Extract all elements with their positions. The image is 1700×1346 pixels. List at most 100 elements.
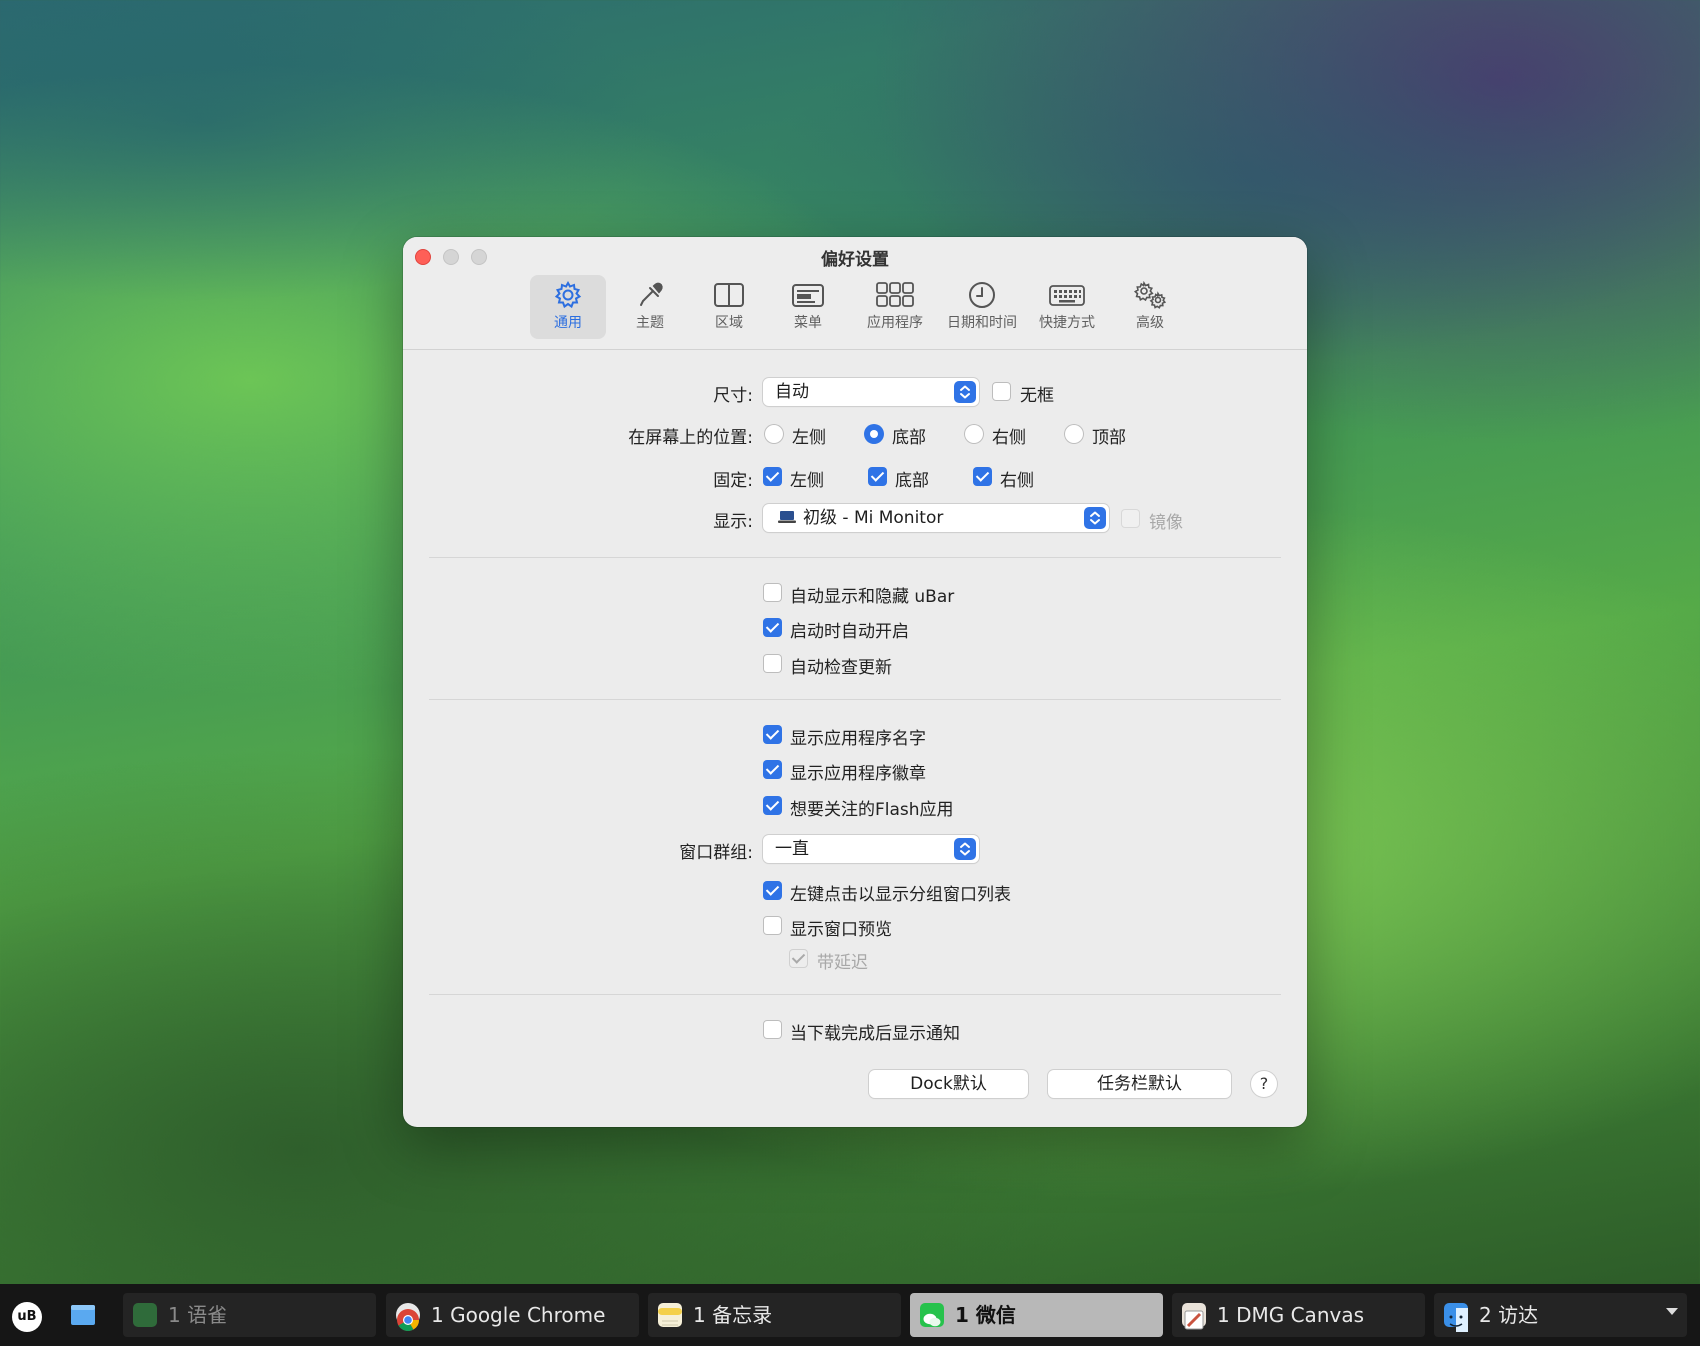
check-updates-checkbox[interactable] bbox=[763, 654, 782, 673]
pin-bottom-checkbox[interactable] bbox=[868, 467, 887, 486]
delay-checkbox[interactable] bbox=[789, 949, 808, 968]
tab-label: 应用程序 bbox=[867, 315, 923, 331]
taskbar-item-chrome[interactable]: 1 Google Chrome bbox=[386, 1293, 639, 1337]
tab-label: 主题 bbox=[636, 315, 664, 331]
taskbar-item-label: 1 语雀 bbox=[168, 1303, 228, 1327]
window-title: 偏好设置 bbox=[821, 250, 889, 270]
gears-icon bbox=[1133, 280, 1167, 309]
display-value: 初级 - Mi Monitor bbox=[803, 508, 944, 528]
size-popup[interactable]: 自动 bbox=[763, 378, 979, 406]
position-top-label: 顶部 bbox=[1092, 428, 1126, 448]
gear-icon bbox=[554, 280, 582, 309]
wechat-app-icon bbox=[920, 1303, 944, 1327]
show-app-names-checkbox[interactable] bbox=[763, 725, 782, 744]
pin-label: 固定: bbox=[713, 471, 753, 491]
taskbar-item-notes[interactable]: 1 备忘录 bbox=[648, 1293, 901, 1337]
position-right-radio[interactable] bbox=[964, 424, 984, 444]
position-left-label: 左侧 bbox=[792, 428, 826, 448]
taskbar-item-label: 1 DMG Canvas bbox=[1217, 1303, 1365, 1327]
taskbar-item-dmg-canvas[interactable]: 1 DMG Canvas bbox=[1172, 1293, 1425, 1337]
taskbar-item-label: 1 Google Chrome bbox=[431, 1303, 606, 1327]
display-popup[interactable]: 初级 - Mi Monitor bbox=[763, 504, 1109, 532]
help-button[interactable]: ? bbox=[1251, 1071, 1277, 1097]
tab-applications[interactable]: 应用程序 bbox=[850, 275, 940, 339]
window-group-label: 窗口群组: bbox=[679, 843, 753, 863]
frameless-label: 无框 bbox=[1020, 386, 1054, 406]
download-notify-label: 当下载完成后显示通知 bbox=[790, 1024, 960, 1044]
left-click-group-list-checkbox[interactable] bbox=[763, 881, 782, 900]
show-app-badges-checkbox[interactable] bbox=[763, 760, 782, 779]
check-updates-label: 自动检查更新 bbox=[790, 658, 892, 678]
position-top-radio[interactable] bbox=[1064, 424, 1084, 444]
separator bbox=[429, 994, 1281, 995]
position-label: 在屏幕上的位置: bbox=[628, 428, 753, 448]
pin-left-checkbox[interactable] bbox=[763, 467, 782, 486]
desktop-icon[interactable] bbox=[70, 1304, 96, 1326]
taskbar: uB 1 语雀 1 Google Chrome 1 备忘录 1 微信 1 DMG… bbox=[0, 1284, 1700, 1346]
dock-default-button[interactable]: Dock默认 bbox=[869, 1070, 1028, 1098]
tab-label: 区域 bbox=[715, 315, 743, 331]
flash-apps-checkbox[interactable] bbox=[763, 796, 782, 815]
tab-advanced[interactable]: 高级 bbox=[1115, 275, 1185, 339]
taskbar-item-finder[interactable]: 2 访达 bbox=[1434, 1293, 1687, 1337]
launch-at-login-checkbox[interactable] bbox=[763, 618, 782, 637]
keyboard-icon bbox=[1049, 285, 1085, 306]
pin-left-label: 左侧 bbox=[790, 471, 824, 491]
flash-apps-label: 想要关注的Flash应用 bbox=[790, 800, 954, 820]
yuque-app-icon bbox=[133, 1303, 157, 1327]
split-view-icon bbox=[714, 283, 744, 307]
mirror-label: 镜像 bbox=[1149, 513, 1183, 533]
separator bbox=[429, 699, 1281, 700]
titlebar: 偏好设置 通用 主题 区域 菜单 应用程序 日期和时间 快捷方式 高级 bbox=[403, 237, 1307, 350]
tab-area[interactable]: 区域 bbox=[694, 275, 764, 339]
auto-hide-checkbox[interactable] bbox=[763, 583, 782, 602]
show-app-names-label: 显示应用程序名字 bbox=[790, 729, 926, 749]
taskbar-item-label: 1 备忘录 bbox=[693, 1303, 773, 1327]
tab-label: 日期和时间 bbox=[947, 315, 1017, 331]
clock-icon bbox=[969, 282, 995, 308]
position-left-radio[interactable] bbox=[764, 424, 784, 444]
tab-date-time[interactable]: 日期和时间 bbox=[937, 275, 1027, 339]
chevron-updown-icon bbox=[954, 838, 976, 860]
dmg-canvas-app-icon bbox=[1182, 1303, 1206, 1330]
laptop-icon bbox=[778, 511, 796, 523]
overflow-arrow-icon[interactable] bbox=[1666, 1308, 1678, 1315]
launch-at-login-label: 启动时自动开启 bbox=[790, 622, 909, 642]
pin-right-checkbox[interactable] bbox=[973, 467, 992, 486]
taskbar-item-label: 2 访达 bbox=[1479, 1303, 1539, 1327]
taskbar-default-button[interactable]: 任务栏默认 bbox=[1048, 1070, 1231, 1098]
app-grid-icon bbox=[876, 282, 914, 307]
ubar-logo[interactable]: uB bbox=[12, 1302, 42, 1332]
toolbar: 通用 主题 区域 菜单 应用程序 日期和时间 快捷方式 高级 bbox=[403, 275, 1307, 347]
tab-label: 快捷方式 bbox=[1039, 315, 1095, 331]
size-value: 自动 bbox=[775, 382, 809, 402]
download-notify-checkbox[interactable] bbox=[763, 1020, 782, 1039]
frameless-checkbox[interactable] bbox=[992, 382, 1011, 401]
tab-general[interactable]: 通用 bbox=[530, 275, 606, 339]
left-click-group-list-label: 左键点击以显示分组窗口列表 bbox=[790, 885, 1011, 905]
auto-hide-label: 自动显示和隐藏 uBar bbox=[790, 587, 955, 607]
window-preview-label: 显示窗口预览 bbox=[790, 920, 892, 940]
pin-right-label: 右侧 bbox=[1000, 471, 1034, 491]
tab-shortcuts[interactable]: 快捷方式 bbox=[1027, 275, 1107, 339]
mirror-checkbox[interactable] bbox=[1121, 509, 1140, 528]
tab-theme[interactable]: 主题 bbox=[615, 275, 685, 339]
delay-label: 带延迟 bbox=[817, 953, 868, 973]
position-bottom-radio[interactable] bbox=[864, 424, 884, 444]
window-group-popup[interactable]: 一直 bbox=[763, 835, 979, 863]
taskbar-item-yuque[interactable]: 1 语雀 bbox=[123, 1293, 376, 1337]
separator bbox=[429, 557, 1281, 558]
preferences-window: 偏好设置 通用 主题 区域 菜单 应用程序 日期和时间 快捷方式 高级 尺寸: … bbox=[403, 237, 1307, 1127]
tab-label: 菜单 bbox=[794, 315, 822, 331]
finder-app-icon bbox=[1444, 1303, 1468, 1332]
tab-menu[interactable]: 菜单 bbox=[773, 275, 843, 339]
window-group-value: 一直 bbox=[775, 839, 809, 859]
show-app-badges-label: 显示应用程序徽章 bbox=[790, 764, 926, 784]
eyedropper-icon bbox=[640, 282, 663, 306]
taskbar-item-wechat[interactable]: 1 微信 bbox=[910, 1293, 1163, 1337]
window-preview-checkbox[interactable] bbox=[763, 916, 782, 935]
tab-label: 通用 bbox=[554, 315, 582, 331]
tab-label: 高级 bbox=[1136, 315, 1164, 331]
display-label: 显示: bbox=[713, 512, 753, 532]
notes-app-icon bbox=[658, 1303, 682, 1327]
